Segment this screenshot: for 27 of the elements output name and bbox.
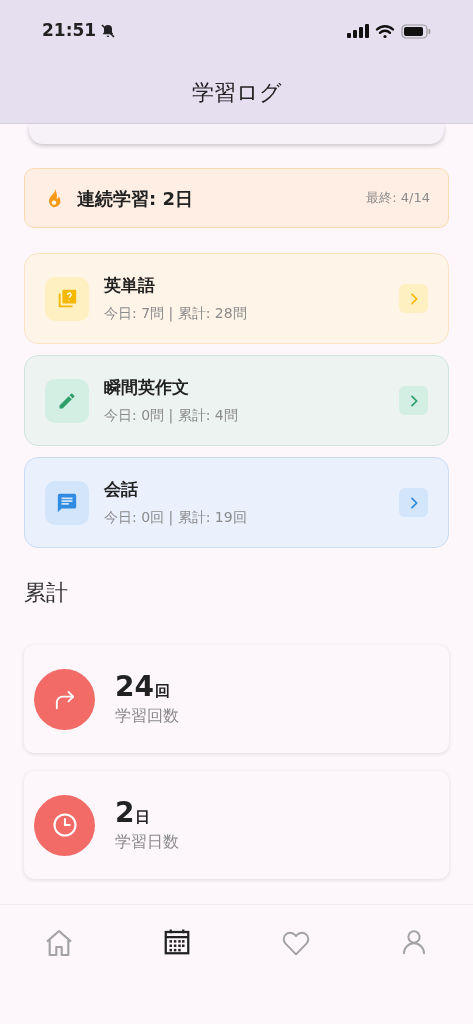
clock-icon (50, 811, 79, 839)
stat-label: 学習日数 (115, 831, 179, 853)
category-card[interactable]: 瞬間英作文 今日: 0問 | 累計: 4問 (24, 355, 449, 446)
battery-icon (401, 23, 431, 39)
stat-value: 2 (115, 796, 135, 830)
category-title: 英単語 (104, 274, 156, 298)
status-time: 21:51 (42, 19, 97, 43)
stat-unit: 回 (154, 681, 170, 702)
last-study-date: 最終: 4/14 (366, 189, 430, 208)
chevron-button[interactable] (399, 488, 428, 517)
category-stats: 今日: 0回 | 累計: 19回 (104, 507, 247, 528)
category-stats: 今日: 7問 | 累計: 28問 (104, 303, 247, 324)
category-title: 瞬間英作文 (104, 376, 190, 400)
signal-icon (347, 24, 369, 38)
category-card[interactable]: 会話 今日: 0回 | 累計: 19回 (24, 457, 449, 548)
streak-label: 連続学習: 2日 (77, 186, 193, 211)
section-heading: 累計 (24, 579, 69, 607)
category-card[interactable]: 英単語 今日: 7問 | 累計: 28問 (24, 253, 449, 344)
stat-label: 学習回数 (115, 705, 179, 727)
stat-value: 24 (115, 670, 154, 704)
wifi-icon (375, 23, 395, 39)
stat-unit: 日 (135, 807, 151, 828)
chevron-button[interactable] (399, 386, 428, 415)
page-title: 学習ログ (191, 79, 282, 107)
category-stats: 今日: 0問 | 累計: 4問 (104, 405, 238, 426)
category-title: 会話 (104, 478, 139, 502)
chevron-button[interactable] (399, 284, 428, 313)
